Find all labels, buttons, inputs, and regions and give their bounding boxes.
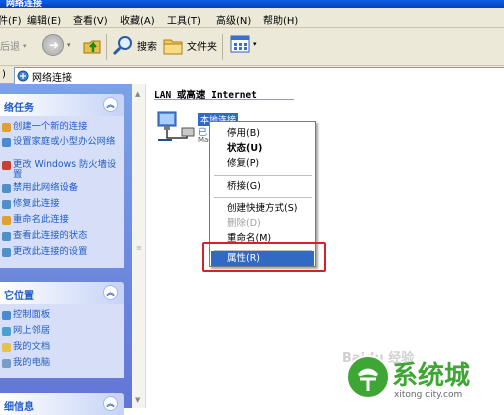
rename-icon: [2, 216, 11, 225]
watermark-url: xitong city.com: [394, 390, 463, 400]
place-my-computer[interactable]: 我的电脑: [2, 358, 122, 368]
chevron-down-icon: ▾: [67, 41, 71, 49]
disable-device-icon: [2, 184, 11, 193]
network-tasks-body: 创建一个新的连接 设置家庭或小型办公网络 更改 Windows 防火墙设置 禁用…: [0, 116, 124, 268]
place-control-panel[interactable]: 控制面板: [2, 310, 122, 320]
menu-file[interactable]: 件(F): [0, 12, 22, 27]
search-button[interactable]: 搜索: [112, 34, 157, 56]
address-field[interactable]: 网络连接: [14, 67, 504, 85]
menu-bar: 件(F) 编辑(E) 查看(V) 收藏(A) 工具(T) 高级(N) 帮助(H): [0, 8, 504, 28]
task-pane: 络任务 ︽ 创建一个新的连接 设置家庭或小型办公网络 更改 Windows 防火…: [0, 84, 132, 415]
menu-tools[interactable]: 工具(T): [167, 12, 201, 27]
menu-edit[interactable]: 编辑(E): [27, 12, 61, 27]
place-network-neighborhood[interactable]: 网上邻居: [2, 326, 122, 336]
settings-icon: [2, 248, 11, 257]
task-home-network[interactable]: 设置家庭或小型办公网络: [2, 137, 122, 147]
task-rename-connection[interactable]: 重命名此连接: [2, 215, 122, 225]
scroll-up-icon[interactable]: ▲: [135, 90, 140, 98]
address-label-fragment: ): [2, 69, 6, 80]
home-network-icon: [2, 138, 11, 147]
network-connections-icon: [17, 70, 29, 82]
toolbar: 后退 ▾ ➜ ▾ 搜索 文件夹 ▾: [0, 28, 504, 66]
menu-item-repair[interactable]: 修复(P): [211, 156, 314, 171]
status-icon: [2, 232, 11, 241]
menu-separator: [214, 175, 312, 176]
up-folder-button[interactable]: [82, 34, 104, 56]
firewall-icon: [2, 161, 11, 170]
my-documents-icon: [2, 343, 11, 352]
details-header[interactable]: 细信息 ︽: [0, 393, 124, 415]
search-icon: [112, 36, 132, 56]
task-disable-device[interactable]: 禁用此网络设备: [2, 183, 122, 193]
task-change-settings[interactable]: 更改此连接的设置: [2, 247, 122, 257]
other-places-body: 控制面板 网上邻居 我的文档 我的电脑: [0, 304, 124, 378]
forward-arrow-icon: ➜: [42, 34, 64, 56]
collapse-icon[interactable]: ︽: [103, 97, 118, 112]
task-create-connection[interactable]: 创建一个新的连接: [2, 122, 122, 132]
network-places-icon: [2, 327, 11, 336]
watermark-brand: 系统城: [392, 361, 471, 391]
network-tasks-title: 络任务: [4, 103, 34, 114]
lan-connection-icon: [157, 111, 195, 141]
folders-button[interactable]: 文件夹: [162, 34, 217, 56]
back-button[interactable]: 后退 ▾: [0, 38, 27, 54]
watermark-logo: Baidu 经验 系统城 xitong city.com: [342, 345, 502, 405]
menu-item-status[interactable]: 状态(U): [211, 141, 314, 156]
collapse-icon[interactable]: ︽: [103, 285, 118, 300]
menu-item-create-shortcut[interactable]: 创建快捷方式(S): [211, 201, 314, 216]
toolbar-separator: [106, 34, 107, 60]
my-computer-icon: [2, 359, 11, 368]
chevron-down-icon: ▾: [23, 41, 27, 50]
menu-separator: [214, 197, 312, 198]
network-tasks-header[interactable]: 络任务 ︽: [0, 94, 124, 116]
address-bar: ) 网络连接: [0, 66, 504, 85]
scroll-down-icon[interactable]: ▼: [135, 396, 140, 404]
collapse-icon[interactable]: ︽: [103, 396, 118, 411]
place-my-documents[interactable]: 我的文档: [2, 342, 122, 352]
views-icon: [230, 35, 250, 53]
scroll-gutter: ▲ ≡ ▼: [132, 84, 146, 408]
menu-advanced[interactable]: 高级(N): [216, 12, 251, 27]
menu-help[interactable]: 帮助(H): [263, 12, 298, 27]
other-places-header[interactable]: 它位置 ︽: [0, 282, 124, 304]
folders-icon: [163, 39, 183, 55]
details-title: 细信息: [4, 402, 34, 413]
up-folder-icon: [83, 40, 101, 54]
views-button[interactable]: ▾: [230, 35, 257, 53]
xitongcheng-logo-icon: [346, 355, 390, 399]
chevron-down-icon: ▾: [253, 40, 257, 48]
menu-favorites[interactable]: 收藏(A): [120, 12, 155, 27]
title-bar: 网络连接: [0, 0, 504, 9]
menu-item-bridge[interactable]: 桥接(G): [211, 179, 314, 194]
repair-icon: [2, 200, 11, 209]
menu-item-disable[interactable]: 停用(B): [211, 126, 314, 141]
toolbar-separator: [222, 34, 223, 60]
control-panel-icon: [2, 311, 11, 320]
other-places-title: 它位置: [4, 291, 34, 302]
address-value: 网络连接: [32, 72, 72, 84]
task-view-status[interactable]: 查看此连接的状态: [2, 231, 122, 241]
highlight-annotation: [202, 242, 326, 272]
menu-item-delete: 删除(D): [227, 218, 261, 229]
scroll-grip-icon[interactable]: ≡: [136, 244, 142, 252]
task-firewall[interactable]: 更改 Windows 防火墙设置: [2, 160, 122, 180]
group-divider: [154, 99, 294, 100]
new-connection-icon: [2, 123, 11, 132]
task-repair-connection[interactable]: 修复此连接: [2, 199, 122, 209]
forward-button[interactable]: ➜ ▾: [42, 34, 71, 56]
menu-view[interactable]: 查看(V): [73, 12, 108, 27]
